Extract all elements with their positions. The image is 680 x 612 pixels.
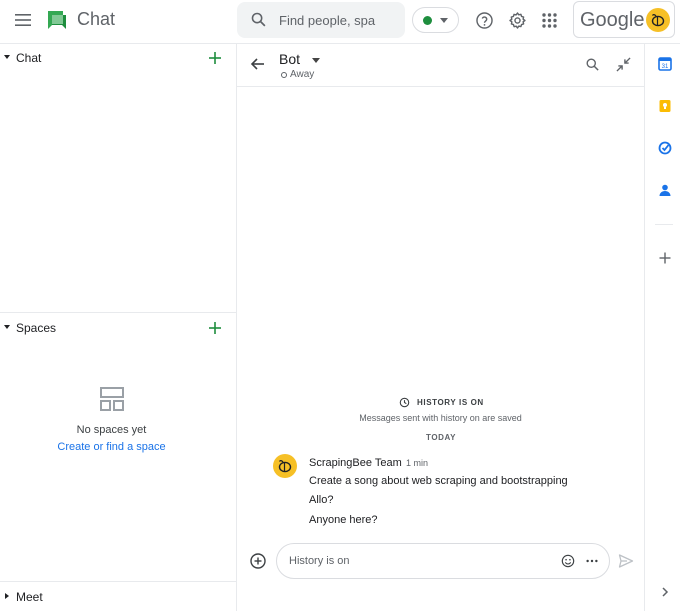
meet-section-header[interactable]: Meet (0, 582, 237, 612)
tasks-icon[interactable] (658, 141, 672, 155)
history-icon (399, 397, 410, 408)
bee-logo-icon (278, 460, 292, 473)
gear-icon (508, 11, 526, 29)
bee-logo-icon (651, 14, 665, 27)
spaces-section-label: Spaces (16, 321, 57, 335)
message-timestamp: 1 min (406, 458, 429, 468)
send-icon[interactable] (618, 553, 634, 569)
chat-section-label: Chat (16, 51, 42, 65)
empty-spaces-title: No spaces yet (76, 424, 147, 436)
apps-divider (655, 224, 673, 225)
day-divider: TODAY (426, 433, 457, 442)
help-button[interactable] (473, 9, 495, 31)
avatar[interactable] (646, 8, 670, 32)
add-attachment-icon[interactable] (250, 553, 266, 569)
search-in-conversation-icon[interactable] (585, 57, 600, 72)
apps-bar-divider (644, 43, 645, 611)
history-status-label: HISTORY IS ON (417, 398, 484, 407)
google-wordmark: Google (580, 9, 645, 31)
conversation-header-divider (237, 86, 644, 87)
apps-grid-icon (541, 12, 557, 28)
search-icon (251, 12, 266, 27)
message-composer[interactable] (276, 543, 610, 579)
back-arrow-icon[interactable] (250, 56, 266, 72)
account-area[interactable]: Google (573, 1, 675, 38)
new-space-plus-icon[interactable] (207, 320, 223, 336)
collapse-caret-icon (4, 55, 10, 59)
search-input[interactable] (279, 2, 401, 38)
sender-avatar[interactable] (273, 454, 297, 478)
chevron-down-icon[interactable] (312, 58, 320, 63)
conversation-title[interactable]: Bot (279, 51, 300, 67)
chevron-down-icon (440, 18, 448, 23)
calendar-icon[interactable]: 31 (658, 57, 672, 71)
message-text: Allo? (309, 494, 334, 506)
message-text: Anyone here? (309, 514, 378, 526)
status-dot (423, 16, 432, 25)
history-description: Messages sent with history on are saved (359, 413, 522, 423)
svg-text:31: 31 (662, 64, 669, 70)
message-input[interactable] (289, 544, 549, 578)
main-menu-button[interactable] (12, 9, 34, 31)
presence-label: Away (290, 69, 315, 80)
emoji-icon[interactable] (561, 554, 575, 568)
add-app-icon[interactable] (658, 251, 672, 265)
more-options-icon[interactable] (585, 554, 599, 568)
top-bar: Chat Google (0, 0, 680, 40)
spaces-grid-icon (100, 387, 124, 411)
create-space-link[interactable]: Create or find a space (0, 441, 223, 453)
spaces-section-header[interactable]: Spaces (0, 313, 237, 343)
new-chat-plus-icon[interactable] (207, 50, 223, 66)
chat-logo-icon (46, 9, 68, 31)
expand-caret-icon (5, 593, 9, 599)
app-title: Chat (77, 9, 116, 29)
collapse-caret-icon (4, 325, 10, 329)
search-box[interactable] (237, 2, 405, 38)
chat-section-header[interactable]: Chat (0, 43, 237, 73)
keep-icon[interactable] (658, 99, 672, 113)
help-icon (475, 11, 493, 29)
apps-button[interactable] (538, 9, 560, 31)
contacts-icon[interactable] (658, 183, 672, 197)
chevron-right-icon[interactable] (658, 585, 672, 599)
minimize-icon[interactable] (616, 57, 631, 72)
presence-away-icon (281, 72, 287, 78)
hamburger-icon (15, 14, 31, 26)
message-text: Create a song about web scraping and boo… (309, 475, 568, 487)
meet-section-label: Meet (16, 590, 43, 604)
settings-button[interactable] (506, 9, 528, 31)
status-selector[interactable] (412, 7, 459, 33)
sender-name: ScrapingBee Team (309, 457, 402, 469)
